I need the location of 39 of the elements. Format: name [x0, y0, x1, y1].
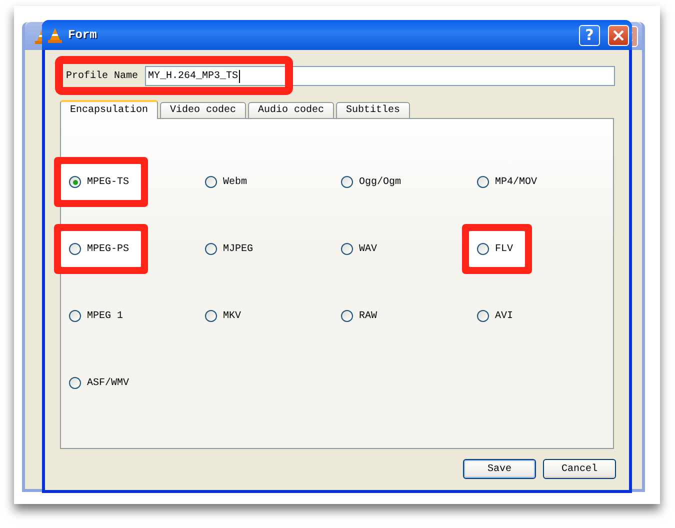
close-icon — [613, 30, 624, 40]
radio-option[interactable]: Ogg/Ogm — [341, 174, 402, 190]
radio-button[interactable] — [205, 176, 217, 188]
help-button[interactable]: ? — [579, 24, 600, 46]
radio-button[interactable] — [69, 176, 81, 188]
radio-button[interactable] — [69, 310, 81, 322]
radio-option[interactable]: MJPEG — [205, 241, 254, 257]
radio-option[interactable]: Webm — [205, 174, 248, 190]
dialog-button[interactable]: Save — [463, 459, 536, 479]
radio-button[interactable] — [205, 310, 217, 322]
profile-name-field[interactable]: MY_H.264_MP3_TS — [145, 66, 615, 86]
close-button[interactable] — [608, 24, 629, 46]
radio-button[interactable] — [341, 310, 353, 322]
tab[interactable]: Subtitles — [336, 102, 410, 118]
profile-name-label: Profile Name — [65, 70, 140, 82]
radio-option[interactable]: FLV — [469, 231, 526, 267]
dialog-button[interactable]: Cancel — [543, 459, 616, 479]
tab[interactable]: Audio codec — [248, 102, 334, 118]
radio-button[interactable] — [205, 243, 217, 255]
cone-icon — [48, 28, 62, 42]
radio-button[interactable] — [69, 377, 81, 389]
radio-option[interactable]: MPEG 1 — [69, 308, 124, 324]
radio-option[interactable]: ASF/WMV — [69, 375, 130, 391]
radio-option[interactable]: WAV — [341, 241, 378, 257]
radio-button[interactable] — [341, 243, 353, 255]
radio-option[interactable]: AVI — [477, 308, 514, 324]
window-title: Form — [68, 28, 98, 42]
radio-button[interactable] — [477, 176, 489, 188]
radio-button[interactable] — [477, 243, 489, 255]
radio-option[interactable]: MP4/MOV — [477, 174, 538, 190]
radio-option[interactable]: RAW — [341, 308, 378, 324]
radio-button[interactable] — [69, 243, 81, 255]
radio-option[interactable]: MPEG-PS — [61, 231, 142, 267]
tab[interactable]: Video codec — [160, 102, 246, 118]
tab[interactable]: Encapsulation — [60, 100, 158, 119]
radio-option[interactable]: MPEG-TS — [61, 164, 142, 200]
radio-button[interactable] — [477, 310, 489, 322]
radio-option[interactable]: MKV — [205, 308, 242, 324]
radio-button[interactable] — [341, 176, 353, 188]
